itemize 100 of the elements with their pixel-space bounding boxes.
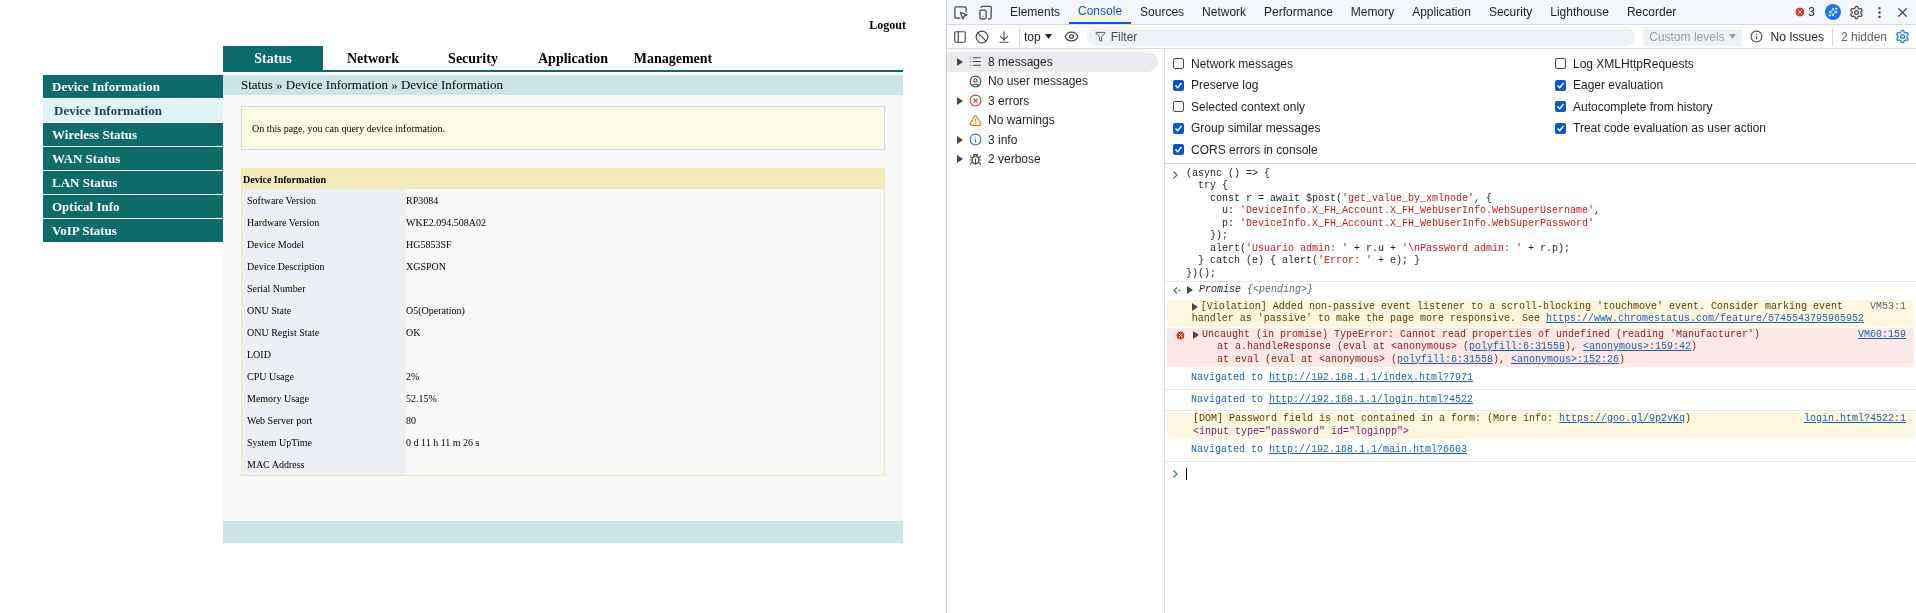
checkbox[interactable] bbox=[1555, 101, 1566, 113]
checkbox[interactable] bbox=[1173, 79, 1184, 91]
nav-tab[interactable]: Network bbox=[323, 46, 423, 70]
sidebar-menu-item[interactable]: WAN Status bbox=[43, 147, 223, 170]
sidebar-menu-item[interactable]: Wireless Status bbox=[43, 123, 223, 146]
table-cell: Device Model bbox=[242, 233, 406, 255]
element-snippet[interactable]: <input type="password" id="loginpp"> bbox=[1193, 425, 1798, 438]
checkbox[interactable] bbox=[1555, 79, 1566, 91]
console-link[interactable]: <anonymous>:159:42 bbox=[1583, 341, 1692, 352]
sidebar-filter-item[interactable]: 3 info bbox=[947, 130, 1158, 150]
clear-console-icon[interactable] bbox=[975, 29, 989, 44]
sidebar-filter-item[interactable]: No user messages bbox=[947, 71, 1158, 91]
expand-triangle-icon[interactable] bbox=[957, 155, 963, 164]
filter-field[interactable]: Filter bbox=[1086, 27, 1636, 46]
error-count-badge[interactable]: 3 bbox=[1794, 3, 1815, 21]
message-text: [Violation] Added non-passive event listener to a scroll-blocking 'touchmove' event. Consider marking event bbox=[1191, 300, 1864, 313]
source-link[interactable]: VM60:159 bbox=[1852, 328, 1906, 366]
context-dropdown[interactable]: top bbox=[1019, 27, 1056, 46]
devtools-tab[interactable]: Security bbox=[1479, 0, 1542, 24]
result-arrow-icon bbox=[1173, 286, 1181, 294]
devtools-tab[interactable]: Network bbox=[1193, 0, 1256, 24]
console-link[interactable]: https://goo.gl/9p2vKq bbox=[1559, 413, 1686, 424]
console-link[interactable]: <anonymous>:152:26 bbox=[1511, 353, 1620, 365]
table-cell: LOID bbox=[242, 343, 406, 365]
source-link[interactable]: VM53:1 bbox=[1864, 300, 1906, 326]
sidebar-menu-item[interactable]: Device Information bbox=[43, 75, 223, 98]
expand-triangle-icon[interactable] bbox=[957, 135, 963, 144]
checkbox[interactable] bbox=[1555, 58, 1566, 70]
console-link[interactable]: polyfill:6:31558 bbox=[1469, 341, 1566, 352]
error-icon bbox=[1175, 329, 1186, 341]
source-link[interactable]: login.html?4522:1 bbox=[1797, 413, 1906, 438]
checkbox[interactable] bbox=[1173, 58, 1184, 70]
devtools-tab[interactable]: Performance bbox=[1255, 0, 1342, 24]
text-cursor[interactable] bbox=[1186, 467, 1187, 480]
expand-triangle-icon[interactable] bbox=[957, 96, 963, 105]
info-notice: On this page, you can query device information. bbox=[241, 106, 885, 150]
checkbox[interactable] bbox=[1173, 122, 1184, 134]
message-text: Uncaught (in promise) TypeError: Cannot read properties of undefined (reading 'Manufacturer') bbox=[1193, 328, 1852, 341]
table-cell: ONU Regist State bbox=[242, 321, 406, 343]
console-link[interactable]: https://www.chromestatus.com/feature/5745543795965952 bbox=[1545, 313, 1864, 324]
navigation-message: Navigated to http://192.168.1.1/index.html?7971 bbox=[1165, 368, 1916, 390]
setting-label: Autocomplete from history bbox=[1573, 98, 1713, 116]
devtools-tab[interactable]: Memory bbox=[1341, 0, 1404, 24]
nav-tab[interactable]: Management bbox=[623, 46, 723, 70]
checkbox[interactable] bbox=[1555, 122, 1566, 134]
table-cell-text: HG5853SF bbox=[406, 237, 453, 252]
table-cell: Memory Usage bbox=[242, 387, 406, 409]
devtools-tab[interactable]: Sources bbox=[1131, 0, 1194, 24]
checkbox[interactable] bbox=[1173, 101, 1184, 113]
sidebar-toggle-icon[interactable] bbox=[953, 29, 967, 44]
devtools-tab[interactable]: Recorder bbox=[1617, 0, 1686, 24]
issues-link[interactable]: No Issues bbox=[1770, 27, 1824, 46]
devtools-tab[interactable]: Console bbox=[1069, 0, 1132, 24]
device-toolbar-icon[interactable] bbox=[978, 4, 993, 20]
inspect-icon[interactable] bbox=[953, 4, 968, 20]
console-settings-icon[interactable] bbox=[1895, 29, 1910, 44]
sidebar-submenu-item[interactable]: Device Information bbox=[43, 99, 223, 122]
breadcrumb-bar: Status » Device Information » Device Information bbox=[223, 75, 903, 95]
navigation-message: Navigated to http://192.168.1.1/login.html?4522 bbox=[1165, 389, 1916, 411]
list-icon bbox=[969, 55, 982, 69]
info-icon[interactable] bbox=[1749, 30, 1763, 43]
console-link[interactable]: polyfill:6:31558 bbox=[1397, 353, 1494, 365]
sidebar-filter-item[interactable]: 3 errors bbox=[947, 91, 1158, 111]
nav-tab[interactable]: Security bbox=[423, 46, 523, 70]
navigation-message: Navigated to http://192.168.1.1/main.html?6603 bbox=[1165, 440, 1916, 462]
nav-tab[interactable]: Application bbox=[523, 46, 623, 70]
expand-triangle-icon[interactable] bbox=[957, 57, 963, 66]
table-cell: Hardware Version bbox=[242, 211, 406, 233]
logout-link[interactable]: Logout bbox=[869, 16, 906, 34]
scroll-to-bottom-icon[interactable] bbox=[997, 29, 1011, 44]
table-cell: ONU State bbox=[242, 299, 406, 321]
sidebar-filter-item[interactable]: No warnings bbox=[947, 110, 1158, 130]
sidebar-menu-item[interactable]: VoIP Status bbox=[43, 219, 223, 242]
setting-label: Treat code evaluation as user action bbox=[1573, 120, 1766, 138]
console-link[interactable]: http://192.168.1.1/main.html?6603 bbox=[1269, 444, 1468, 455]
result-value[interactable]: Promise {<pending>} bbox=[1199, 284, 1314, 297]
prompt-chevron-icon bbox=[1173, 170, 1178, 179]
table-cell: Software Version bbox=[242, 189, 406, 211]
nav-tab[interactable]: Status bbox=[223, 46, 323, 70]
message-text: handler as 'passive' to make the page more responsive. See https://www.chromestatus.com/feature/5745543795965952 bbox=[1191, 313, 1864, 326]
filter-icon bbox=[1094, 31, 1106, 42]
prompt-chevron-icon bbox=[1173, 469, 1178, 478]
table-cell-text: XGSPON bbox=[406, 259, 447, 274]
sidebar-filter-item[interactable]: 2 verbose bbox=[947, 149, 1158, 169]
console-link[interactable]: http://192.168.1.1/login.html?4522 bbox=[1269, 393, 1474, 405]
ai-assistant-icon[interactable] bbox=[1825, 4, 1841, 20]
user-icon bbox=[969, 74, 982, 88]
sidebar-menu-item[interactable]: LAN Status bbox=[43, 171, 223, 194]
devtools-tab[interactable]: Lighthouse bbox=[1541, 0, 1618, 24]
eye-icon[interactable] bbox=[1063, 29, 1079, 44]
table-cell: Web Server port bbox=[242, 409, 406, 431]
table-cell-text: 2% bbox=[406, 369, 421, 384]
sidebar-filter-item[interactable]: 8 messages bbox=[947, 52, 1158, 72]
console-link[interactable]: http://192.168.1.1/index.html?7971 bbox=[1269, 372, 1474, 383]
expand-triangle-icon[interactable] bbox=[1193, 330, 1199, 339]
sidebar-menu-item[interactable]: Optical Info bbox=[43, 195, 223, 218]
checkbox[interactable] bbox=[1173, 144, 1184, 156]
settings-icon[interactable] bbox=[1849, 4, 1864, 20]
devtools-tab[interactable]: Application bbox=[1403, 0, 1480, 24]
devtools-tab[interactable]: Elements bbox=[1001, 0, 1070, 24]
